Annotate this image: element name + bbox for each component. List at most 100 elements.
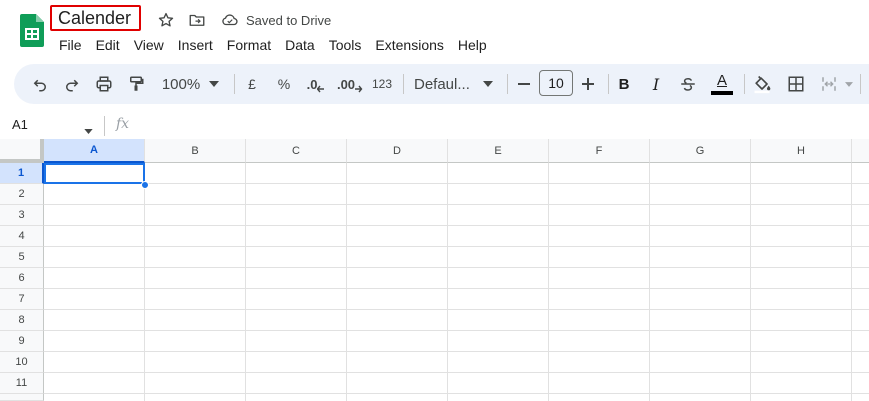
select-all-corner[interactable] (0, 139, 44, 163)
gridline (144, 163, 145, 401)
decrease-font-size-icon[interactable] (513, 64, 535, 104)
gridline (44, 204, 869, 205)
column-header-c[interactable]: C (246, 139, 347, 163)
text-color-swatch (711, 91, 733, 95)
menu-help[interactable]: Help (451, 35, 494, 55)
chevron-down-icon[interactable] (844, 64, 854, 104)
arrow-right-icon (355, 85, 363, 93)
text-color-label: A (716, 72, 727, 89)
column-header-g[interactable]: G (650, 139, 751, 163)
toolbar-divider (507, 74, 508, 94)
undo-icon[interactable] (28, 64, 52, 104)
column-header-f[interactable]: F (549, 139, 650, 163)
borders-icon[interactable] (784, 64, 808, 104)
row-header-12[interactable] (0, 394, 44, 401)
column-header-h[interactable]: H (751, 139, 852, 163)
gridline (649, 163, 650, 401)
gridline (44, 225, 869, 226)
menu-extensions[interactable]: Extensions (368, 35, 450, 55)
redo-icon[interactable] (60, 64, 84, 104)
document-title[interactable]: Calender (58, 7, 131, 29)
fill-color-icon[interactable] (750, 64, 774, 104)
gridline (44, 309, 869, 310)
row-header-2[interactable]: 2 (0, 184, 44, 205)
arrow-left-icon (317, 85, 325, 93)
column-header-b[interactable]: B (145, 139, 246, 163)
sheets-logo-icon[interactable] (20, 14, 44, 47)
cell-area[interactable] (44, 163, 869, 401)
gridline (44, 330, 869, 331)
zoom-select[interactable]: 100% (158, 64, 204, 104)
menu-view[interactable]: View (127, 35, 171, 55)
menu-bar: File Edit View Insert Format Data Tools … (52, 35, 494, 55)
row-header-4[interactable]: 4 (0, 226, 44, 247)
increase-font-size-icon[interactable] (577, 64, 599, 104)
print-icon[interactable] (92, 64, 116, 104)
menu-data[interactable]: Data (278, 35, 322, 55)
italic-label: I (652, 74, 660, 94)
chevron-down-icon[interactable] (480, 64, 496, 104)
gridline (44, 267, 869, 268)
row-header-1[interactable]: 1 (0, 163, 44, 184)
text-color-button[interactable]: A (708, 64, 736, 104)
fill-handle[interactable] (141, 181, 149, 189)
paint-format-icon[interactable] (124, 64, 148, 104)
toolbar-divider (744, 74, 745, 94)
menu-tools[interactable]: Tools (322, 35, 369, 55)
row-header-6[interactable]: 6 (0, 268, 44, 289)
gridline (44, 246, 869, 247)
column-header-e[interactable]: E (448, 139, 549, 163)
row-header-3[interactable]: 3 (0, 205, 44, 226)
column-header-i[interactable] (852, 139, 869, 163)
chevron-down-icon[interactable] (84, 121, 93, 139)
menu-insert[interactable]: Insert (171, 35, 220, 55)
cloud-saved-icon[interactable] (220, 10, 240, 30)
menu-file[interactable]: File (52, 35, 89, 55)
star-icon[interactable] (156, 10, 176, 30)
bold-label: B (618, 75, 630, 93)
toolbar-divider (403, 74, 404, 94)
zoom-value: 100% (161, 75, 201, 93)
decrease-decimal-button[interactable]: .0 (302, 64, 330, 104)
toolbar-divider (234, 74, 235, 94)
row-header-8[interactable]: 8 (0, 310, 44, 331)
increase-decimal-button[interactable]: .00 (335, 64, 365, 104)
font-family-value: Defaul... (414, 75, 470, 93)
row-header-7[interactable]: 7 (0, 289, 44, 310)
gridline (44, 372, 869, 373)
row-header-10[interactable]: 10 (0, 352, 44, 373)
row-header-9[interactable]: 9 (0, 331, 44, 352)
currency-label: £ (248, 76, 256, 92)
gridline (245, 163, 246, 401)
save-status: Saved to Drive (246, 13, 332, 28)
formula-divider (104, 116, 105, 136)
decrease-decimal-label: .0 (306, 76, 318, 92)
italic-button[interactable]: I (645, 64, 667, 104)
move-folder-icon[interactable] (187, 10, 207, 30)
number-format-button[interactable]: 123 (369, 64, 395, 104)
gridline (447, 163, 448, 401)
name-box[interactable]: A1 (12, 117, 28, 132)
gridline (851, 163, 852, 401)
currency-format-button[interactable]: £ (241, 64, 263, 104)
menu-format[interactable]: Format (220, 35, 278, 55)
column-header-a[interactable]: A (44, 139, 145, 163)
bold-button[interactable]: B (613, 64, 635, 104)
menu-edit[interactable]: Edit (89, 35, 127, 55)
strikethrough-icon[interactable] (677, 64, 699, 104)
percent-label: % (277, 76, 291, 92)
row-header-5[interactable]: 5 (0, 247, 44, 268)
merge-cells-icon[interactable] (816, 64, 842, 104)
percent-format-button[interactable]: % (273, 64, 295, 104)
column-header-d[interactable]: D (347, 139, 448, 163)
font-family-select[interactable]: Defaul... (414, 64, 476, 104)
spreadsheet-grid: A B C D E F G H 1 2 3 4 5 6 7 8 9 10 11 (0, 139, 869, 401)
chevron-down-icon[interactable] (206, 64, 222, 104)
font-size-input[interactable]: 10 (539, 70, 573, 96)
gridline (44, 393, 869, 394)
gridline (44, 351, 869, 352)
row-header-11[interactable]: 11 (0, 373, 44, 394)
active-cell-a1[interactable] (44, 163, 145, 184)
gridline (548, 163, 549, 401)
number-format-label: 123 (371, 77, 393, 91)
